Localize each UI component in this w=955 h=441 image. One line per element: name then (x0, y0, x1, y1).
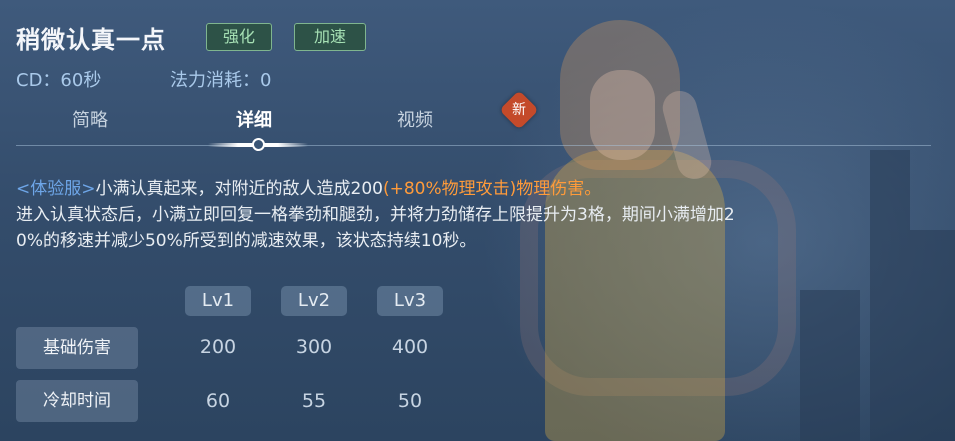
damage-bonus: (+80%物理攻击) (382, 179, 517, 199)
active-tab-dot (252, 138, 265, 151)
background-building (910, 230, 955, 441)
level-header-3: Lv3 (377, 286, 443, 316)
tag-speed-up: 加速 (294, 23, 366, 51)
cooldown-stat: CD：60秒 (16, 70, 102, 91)
tab-detail[interactable]: 详细 (236, 106, 272, 132)
tab-video[interactable]: 视频 (397, 106, 433, 132)
base-damage-lv1: 200 (199, 336, 237, 358)
row-label-cooldown: 冷却时间 (16, 380, 138, 422)
damage-type: 物理伤害。 (516, 179, 602, 199)
tab-divider (16, 145, 931, 146)
cooldown-lv1: 60 (205, 390, 231, 412)
description-text-a: 小满认真起来，对附近的敌人造成200 (95, 179, 383, 199)
character-face (590, 70, 655, 160)
level-header-2: Lv2 (281, 286, 347, 316)
level-header-1: Lv1 (185, 286, 251, 316)
description-line-2: 进入认真状态后，小满立即回复一格拳劲和腿劲，并将力劲储存上限提升为3格，期间小满… (16, 205, 735, 225)
base-damage-lv3: 400 (391, 336, 429, 358)
mana-cost-stat: 法力消耗：0 (170, 70, 272, 91)
description-line-1: <体验服>小满认真起来，对附近的敌人造成200(+80%物理攻击)物理伤害。 (16, 176, 946, 202)
new-badge-label: 新 (512, 102, 526, 118)
tag-enhance: 强化 (206, 23, 272, 51)
base-damage-lv2: 300 (295, 336, 333, 358)
description-line-3: 0%的移速并减少50%所受到的减速效果，该状态持续10秒。 (16, 231, 477, 251)
tab-brief[interactable]: 简略 (72, 106, 108, 132)
skill-title: 稍微认真一点 (16, 26, 166, 54)
background-building (800, 290, 860, 441)
trial-server-tag: <体验服> (16, 179, 96, 199)
cooldown-lv3: 50 (397, 390, 423, 412)
row-label-base-damage: 基础伤害 (16, 327, 138, 369)
cooldown-lv2: 55 (301, 390, 327, 412)
